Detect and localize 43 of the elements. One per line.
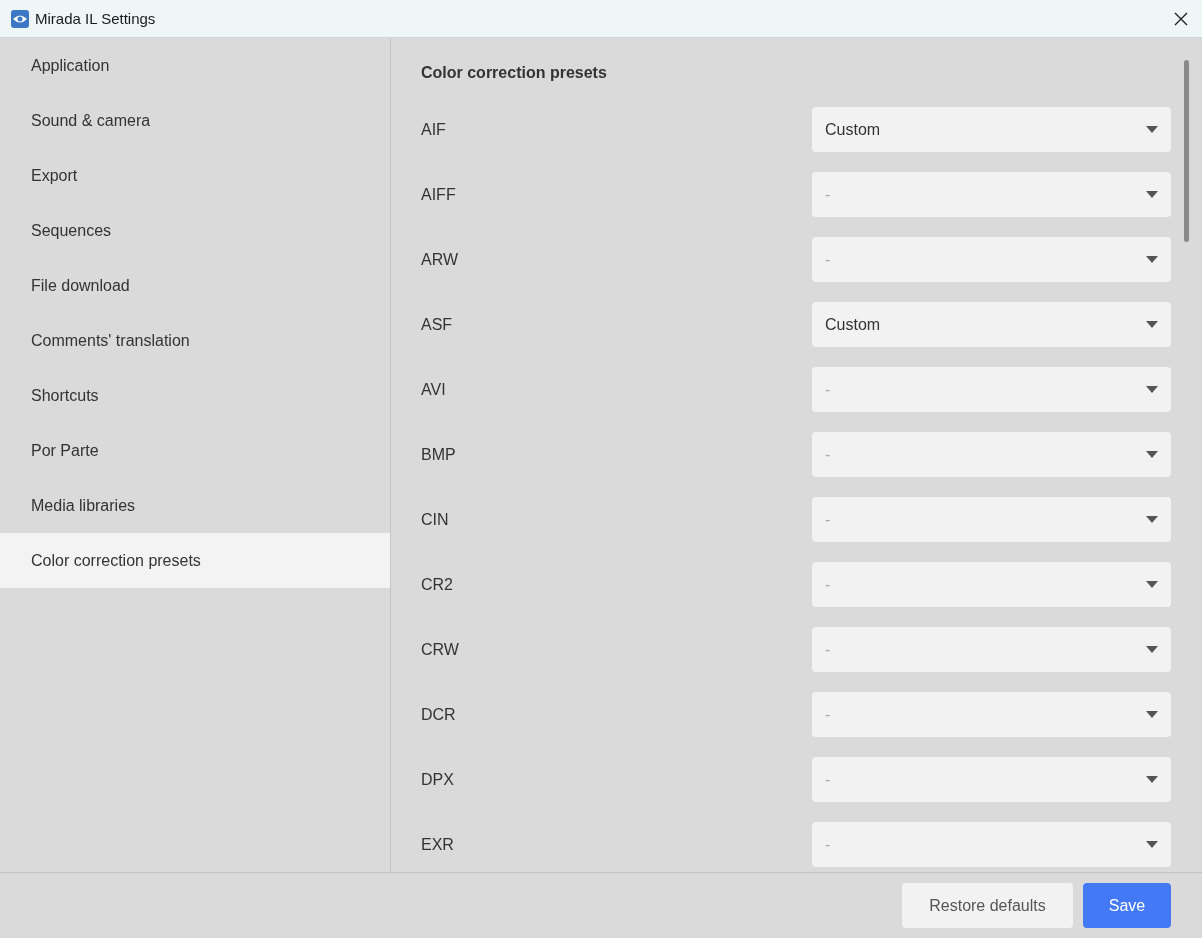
format-label: AVI — [421, 380, 447, 399]
format-label: CRW — [421, 640, 460, 659]
section-heading: Color correction presets — [421, 64, 608, 82]
format-label: EXR — [421, 835, 455, 854]
format-label: ARW — [421, 250, 460, 269]
caret-icon — [1146, 776, 1158, 783]
format-label: ASF — [421, 315, 454, 334]
sidebar-item[interactable]: File download — [0, 258, 390, 313]
caret-icon — [1146, 256, 1158, 263]
format-label: CIN — [421, 510, 450, 529]
format-label: CR2 — [421, 575, 454, 594]
caret-icon — [1146, 841, 1158, 848]
sidebar-item[interactable]: Shortcuts — [0, 368, 390, 423]
caret-icon — [1146, 321, 1158, 328]
sidebar-item[interactable]: Color correction presets — [0, 533, 390, 588]
sidebar-item[interactable]: Sequences — [0, 203, 390, 258]
sidebar-item[interactable]: Export — [0, 148, 390, 203]
caret-icon — [1146, 646, 1158, 653]
restore-defaults-button[interactable]: Restore defaults — [902, 883, 1073, 928]
save-button[interactable]: Save — [1083, 883, 1171, 928]
sidebar-item[interactable]: Application — [0, 38, 390, 93]
caret-icon — [1146, 516, 1158, 523]
sidebar-item[interactable]: Media libraries — [0, 478, 390, 533]
caret-icon — [1146, 191, 1158, 198]
close-icon[interactable] — [1174, 11, 1188, 26]
preset-dropdown[interactable]: Custom — [812, 302, 1171, 347]
format-label: AIFF — [421, 185, 457, 204]
window-title: Mirada IL Settings — [35, 10, 156, 27]
caret-icon — [1146, 451, 1158, 458]
sidebar-item[interactable]: Sound & camera — [0, 93, 390, 148]
sidebar-item[interactable]: Comments' translation — [0, 313, 390, 368]
app-logo-icon — [11, 9, 29, 28]
format-label: DCR — [421, 705, 457, 724]
caret-icon — [1146, 711, 1158, 718]
preset-dropdown[interactable]: Custom — [812, 107, 1171, 152]
caret-icon — [1146, 126, 1158, 133]
caret-icon — [1146, 386, 1158, 393]
scrollbar-thumb[interactable] — [1184, 60, 1189, 242]
format-label: AIF — [421, 120, 447, 139]
sidebar-item[interactable]: Por Parte — [0, 423, 390, 478]
format-label: DPX — [421, 770, 455, 789]
caret-icon — [1146, 581, 1158, 588]
format-label: BMP — [421, 445, 457, 464]
